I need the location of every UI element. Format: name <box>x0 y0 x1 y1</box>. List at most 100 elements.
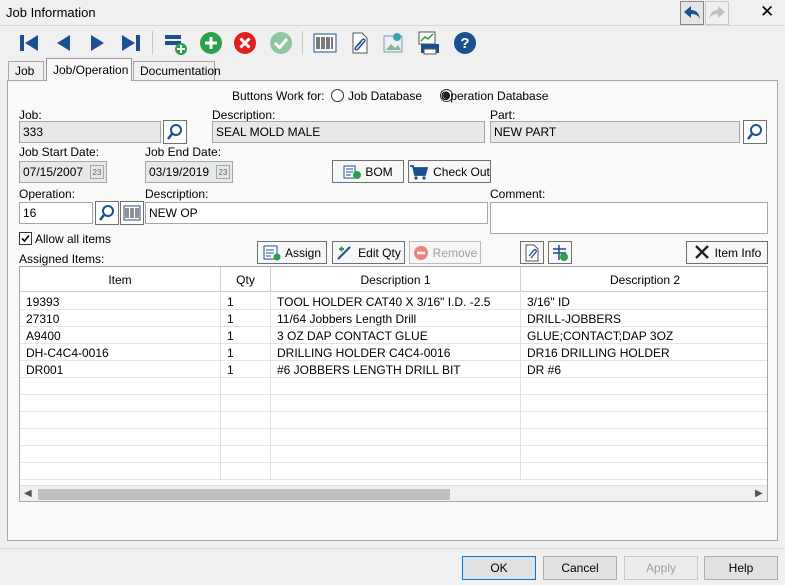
calendar-icon[interactable]: 23 <box>216 165 230 179</box>
cell-description-1: TOOL HOLDER CAT40 X 3/16" I.D. -2.5 <box>271 293 521 310</box>
cell-qty: 1 <box>221 310 271 327</box>
job-lookup-search-icon[interactable] <box>163 120 187 144</box>
table-row[interactable] <box>20 446 767 463</box>
cell-item <box>20 412 221 429</box>
table-row[interactable] <box>20 412 767 429</box>
print-report-icon[interactable] <box>414 28 444 58</box>
last-record-icon[interactable] <box>116 28 146 58</box>
delete-icon[interactable] <box>230 28 260 58</box>
tools-icon <box>694 244 709 259</box>
column-header-description-2[interactable]: Description 2 <box>521 267 767 292</box>
bom-icon <box>343 165 362 179</box>
tab-job[interactable]: Job <box>8 61 44 80</box>
part-field[interactable]: NEW PART <box>490 121 740 143</box>
add-icon[interactable] <box>196 28 226 58</box>
bom-button[interactable]: BOM <box>332 160 404 183</box>
close-icon[interactable]: ✕ <box>760 3 774 21</box>
attach-item-icon[interactable] <box>520 241 544 264</box>
part-lookup-search-icon[interactable] <box>743 120 767 144</box>
title-bar: Job Information ✕ <box>0 0 785 26</box>
cell-item: DH-C4C4-0016 <box>20 344 221 361</box>
cell-qty: 1 <box>221 293 271 310</box>
cell-description-1 <box>271 446 521 463</box>
first-record-icon[interactable] <box>14 28 44 58</box>
buttons-work-for-label: Buttons Work for: <box>232 89 325 103</box>
radio-job-database-label[interactable]: Job Database <box>348 89 422 103</box>
remove-icon <box>413 245 428 260</box>
item-info-label: Item Info <box>714 245 762 260</box>
remove-label: Remove <box>432 245 478 260</box>
job-description-field[interactable]: SEAL MOLD MALE <box>212 121 485 143</box>
check-out-button[interactable]: Check Out <box>408 160 491 183</box>
assigned-items-grid[interactable]: Item Qty Description 1 Description 2 193… <box>19 266 768 502</box>
table-row[interactable]: DR001 1 #6 JOBBERS LENGTH DRILL BIT DR #6 <box>20 361 767 378</box>
job-label: Job: <box>19 108 42 122</box>
item-info-button[interactable]: Item Info <box>686 241 768 264</box>
edit-qty-label: Edit Qty <box>358 245 401 260</box>
cancel-button[interactable]: Cancel <box>543 556 617 580</box>
calendar-icon[interactable]: 23 <box>90 165 104 179</box>
operation-field[interactable]: 16 <box>19 202 93 224</box>
table-row[interactable] <box>20 429 767 446</box>
comment-field[interactable] <box>490 202 768 234</box>
bom-label: BOM <box>365 164 393 179</box>
remove-button[interactable]: Remove <box>409 241 481 264</box>
cell-description-1 <box>271 412 521 429</box>
barcode-icon[interactable] <box>310 28 340 58</box>
attach-icon[interactable] <box>344 28 374 58</box>
job-end-date-label: Job End Date: <box>145 145 222 159</box>
cell-description-2 <box>521 446 767 463</box>
horizontal-scrollbar[interactable]: ◀ ▶ <box>20 485 767 501</box>
allow-all-items-label[interactable]: Allow all items <box>35 232 111 246</box>
table-row[interactable]: A9400 1 3 OZ DAP CONTACT GLUE GLUE;CONTACT;… <box>20 327 767 344</box>
help-button[interactable]: Help <box>704 556 778 580</box>
operation-description-field[interactable]: NEW OP <box>145 202 488 224</box>
table-row[interactable] <box>20 395 767 412</box>
table-row[interactable] <box>20 463 767 480</box>
save-check-icon[interactable] <box>266 28 296 58</box>
cell-item <box>20 378 221 395</box>
column-header-item[interactable]: Item <box>20 267 221 292</box>
radio-job-database[interactable] <box>331 89 344 102</box>
tab-job-operation[interactable]: Job/Operation <box>46 58 132 81</box>
scroll-left-icon[interactable]: ◀ <box>24 488 32 499</box>
table-row[interactable]: 19393 1 TOOL HOLDER CAT40 X 3/16" I.D. -2.… <box>20 293 767 310</box>
cell-description-1 <box>271 429 521 446</box>
cell-qty <box>221 395 271 412</box>
table-row[interactable]: DH-C4C4-0016 1 DRILLING HOLDER C4C4-0016 DR… <box>20 344 767 361</box>
job-number-field[interactable]: 333 <box>19 121 161 143</box>
help-icon[interactable]: ? <box>450 28 480 58</box>
assign-button[interactable]: Assign <box>257 241 327 264</box>
column-settings-icon[interactable] <box>548 241 572 264</box>
scroll-right-icon[interactable]: ▶ <box>755 488 763 499</box>
cell-description-2 <box>521 429 767 446</box>
cell-description-1: 11/64 Jobbers Length Drill <box>271 310 521 327</box>
scroll-thumb[interactable] <box>38 489 450 500</box>
comment-label: Comment: <box>490 187 546 201</box>
cell-qty <box>221 429 271 446</box>
table-row[interactable]: 27310 1 11/64 Jobbers Length Drill DRILL-JO… <box>20 310 767 327</box>
operation-lookup-search-icon[interactable] <box>95 201 119 225</box>
table-row[interactable] <box>20 378 767 395</box>
allow-all-items-checkbox[interactable] <box>19 232 32 245</box>
column-header-qty[interactable]: Qty <box>221 267 271 292</box>
next-record-icon[interactable] <box>82 28 112 58</box>
back-arrow-icon[interactable] <box>680 1 704 25</box>
checkmark-icon <box>21 234 30 243</box>
forward-arrow-icon[interactable] <box>705 1 729 25</box>
column-header-description-1[interactable]: Description 1 <box>271 267 521 292</box>
edit-qty-button[interactable]: Edit Qty <box>332 241 405 264</box>
tab-documentation[interactable]: Documentation <box>133 61 221 80</box>
cell-description-1 <box>271 378 521 395</box>
add-row-icon[interactable] <box>160 28 190 58</box>
operation-barcode-icon[interactable] <box>120 201 144 225</box>
cell-qty <box>221 446 271 463</box>
apply-button[interactable]: Apply <box>624 556 698 580</box>
cell-description-2: DR16 DRILLING HOLDER <box>521 344 767 361</box>
image-icon[interactable] <box>378 28 408 58</box>
ok-button[interactable]: OK <box>462 556 536 580</box>
cell-item: 27310 <box>20 310 221 327</box>
cell-description-1 <box>271 395 521 412</box>
radio-operation-database-label[interactable]: Operation Database <box>441 89 548 103</box>
previous-record-icon[interactable] <box>48 28 78 58</box>
